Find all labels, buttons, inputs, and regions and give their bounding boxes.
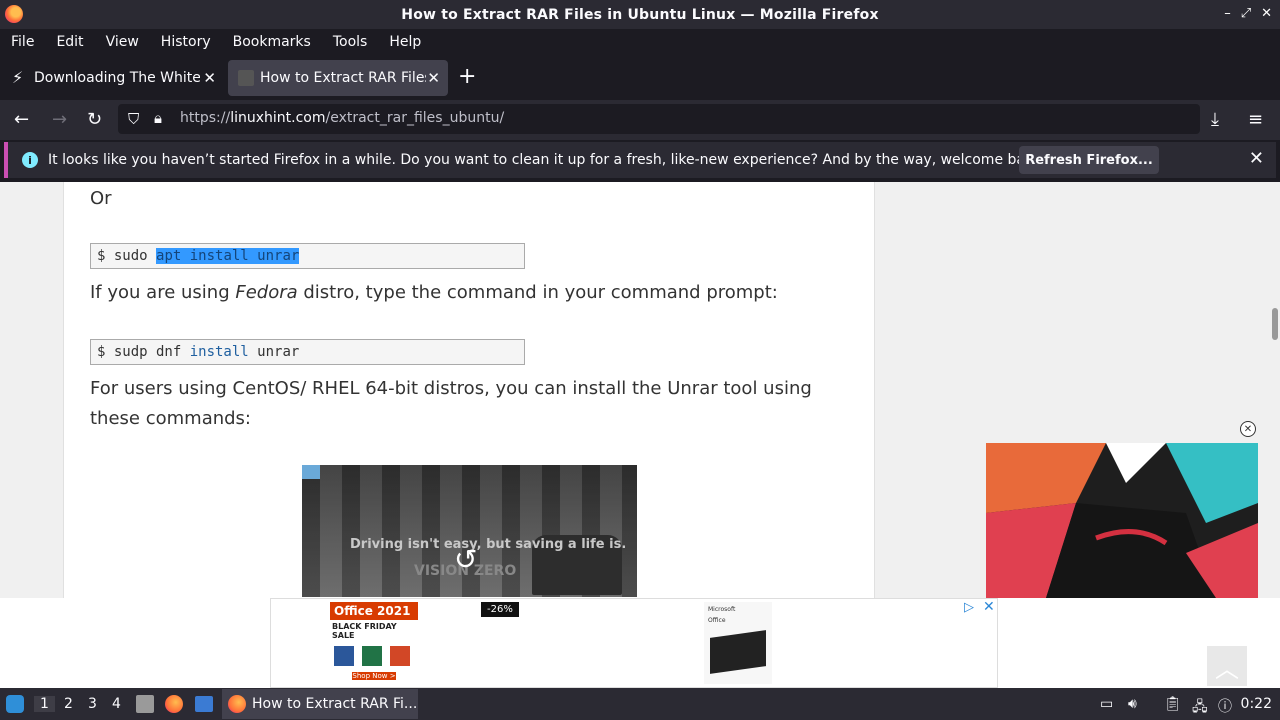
video-ad[interactable]: Driving isn't easy, but saving a life is… xyxy=(302,465,637,597)
replay-icon[interactable]: ↺ xyxy=(454,543,477,576)
lightning-icon: ⚡ xyxy=(12,68,24,87)
clipboard-icon[interactable]: 📋︎ xyxy=(1164,696,1182,712)
office-box-image: Microsoft Office xyxy=(704,602,772,684)
office-sale: BLACK FRIDAY SALE xyxy=(332,622,397,640)
office-ad[interactable]: Office 2021 BLACK FRIDAY SALE Shop Now > xyxy=(330,602,418,686)
taskbar-firefox-window[interactable]: How to Extract RAR Fi... xyxy=(222,689,418,719)
maximize-icon[interactable]: ⤢ xyxy=(1241,6,1251,21)
article-body: Or $ sudo apt install unrar If you are u… xyxy=(63,182,875,598)
ad-close-icon[interactable]: ✕ xyxy=(983,599,995,615)
menu-history[interactable]: History xyxy=(161,34,211,50)
download-icon[interactable]: ⤓ xyxy=(1211,109,1219,130)
start-menu-icon[interactable] xyxy=(6,695,24,713)
tab-close-icon[interactable]: ✕ xyxy=(427,69,440,87)
office-app-icons xyxy=(330,642,418,670)
menu-bookmarks[interactable]: Bookmarks xyxy=(233,34,311,50)
side-ad[interactable] xyxy=(986,443,1258,598)
reload-icon[interactable]: ↻ xyxy=(87,109,102,130)
tab-bar: ⚡ Downloading The White H ✕ How to Extra… xyxy=(0,56,1280,100)
back-arrow-icon[interactable]: ← xyxy=(14,109,29,130)
notification-bar: i It looks like you haven’t started Fire… xyxy=(4,142,1276,178)
update-notifier-icon[interactable]: ⓘ xyxy=(1218,696,1232,716)
office-shop-button[interactable]: Shop Now > xyxy=(352,672,396,680)
menu-file[interactable]: File xyxy=(11,34,34,50)
menu-edit[interactable]: Edit xyxy=(56,34,83,50)
laptop-shape xyxy=(710,630,766,674)
menu-help[interactable]: Help xyxy=(389,34,421,50)
workspace-2[interactable]: 2 xyxy=(64,696,73,712)
powerpoint-icon xyxy=(390,646,410,666)
window-title: How to Extract RAR Files in Ubuntu Linux… xyxy=(401,6,879,23)
menu-tools[interactable]: Tools xyxy=(333,34,368,50)
workspace-1[interactable]: 1 xyxy=(34,696,55,712)
tab-close-icon[interactable]: ✕ xyxy=(203,69,216,87)
menu-view[interactable]: View xyxy=(106,34,139,50)
notification-close-icon[interactable]: ✕ xyxy=(1249,148,1264,169)
firefox-icon xyxy=(228,695,246,713)
minimize-icon[interactable]: – xyxy=(1224,6,1231,21)
excel-icon xyxy=(362,646,382,666)
info-icon: i xyxy=(22,152,38,168)
office-title: Office 2021 xyxy=(330,602,418,620)
scroll-to-top-button[interactable]: ︿ xyxy=(1207,646,1247,686)
firefox-launcher-icon[interactable] xyxy=(165,695,183,713)
word-icon xyxy=(334,646,354,666)
window-controls: – ⤢ ✕ xyxy=(1224,6,1272,21)
tray-notes-icon[interactable]: ▭ xyxy=(1100,696,1113,712)
network-icon[interactable]: 🖧 xyxy=(1192,696,1208,720)
discount-badge: -26% xyxy=(481,602,519,617)
bottom-ad-area xyxy=(0,598,1280,688)
hamburger-menu-icon[interactable]: ≡ xyxy=(1248,109,1263,130)
para-fedora: If you are using Fedora distro, type the… xyxy=(90,282,778,303)
workspace-4[interactable]: 4 xyxy=(112,696,121,712)
desktop-icon[interactable] xyxy=(195,696,213,712)
window-titlebar: How to Extract RAR Files in Ubuntu Linux… xyxy=(0,0,1280,29)
tab-downloading[interactable]: ⚡ Downloading The White H ✕ xyxy=(2,60,224,96)
shield-icon[interactable]: ⛉ xyxy=(128,110,139,128)
new-tab-plus-icon[interactable]: + xyxy=(458,64,476,89)
abstract-ad-art xyxy=(986,443,1258,598)
ad-choices-icon[interactable] xyxy=(302,465,320,479)
url-bar[interactable]: ⛉ 🔒︎ https://linuxhint.com/extract_rar_f… xyxy=(118,104,1200,134)
scrollbar-thumb[interactable] xyxy=(1272,308,1278,340)
code-block-dnf[interactable]: $ sudp dnf install unrar xyxy=(90,339,525,365)
tab-extract-rar[interactable]: How to Extract RAR Files ✕ xyxy=(228,60,448,96)
volume-icon[interactable]: 🔊︎ xyxy=(1128,696,1137,712)
clock: 0:22 xyxy=(1240,696,1272,712)
url-text[interactable]: https://linuxhint.com/extract_rar_files_… xyxy=(180,110,504,126)
page-scrollbar[interactable] xyxy=(1270,182,1280,598)
firefox-logo-icon xyxy=(5,5,23,23)
video-caption: Driving isn't easy, but saving a life is… xyxy=(350,537,627,552)
refresh-firefox-button[interactable]: Refresh Firefox... xyxy=(1019,146,1159,174)
ad-choices-icon[interactable]: ▷ xyxy=(964,600,974,615)
taskbar: 1 2 3 4 How to Extract RAR Fi... ▭ 🔊︎ 📋︎… xyxy=(0,688,1280,720)
lock-icon[interactable]: 🔒︎ xyxy=(154,109,162,127)
menu-bar: File Edit View History Bookmarks Tools H… xyxy=(0,29,1280,54)
forward-arrow-icon[interactable]: → xyxy=(52,109,67,130)
para-centos: For users using CentOS/ RHEL 64-bit dist… xyxy=(90,378,812,429)
code-block-apt[interactable]: $ sudo apt install unrar xyxy=(90,243,525,269)
workspace-3[interactable]: 3 xyxy=(88,696,97,712)
file-manager-icon[interactable] xyxy=(136,695,154,713)
ad-close-icon[interactable]: ✕ xyxy=(1240,421,1256,437)
site-favicon-icon xyxy=(238,70,254,86)
close-icon[interactable]: ✕ xyxy=(1261,6,1272,21)
text-or: Or xyxy=(90,188,112,209)
notification-text: It looks like you haven’t started Firefo… xyxy=(48,152,1047,168)
